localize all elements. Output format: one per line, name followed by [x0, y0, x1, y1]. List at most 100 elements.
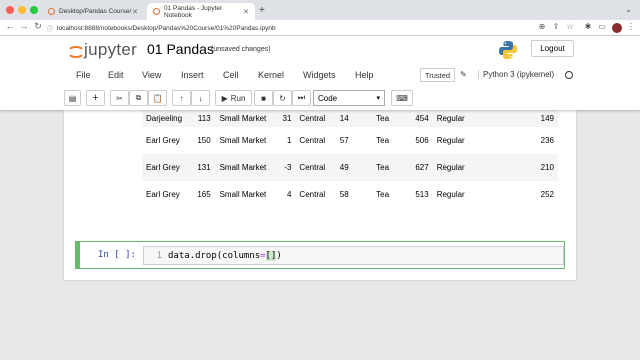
bookmark-star-icon[interactable]: ☆ — [565, 22, 575, 31]
menu-file[interactable]: File — [76, 70, 91, 80]
python-logo-icon — [499, 41, 517, 59]
cut-cell-button[interactable]: ✂ — [110, 90, 129, 106]
code-cell-active[interactable]: In [ ]: 1 data.drop(columns=[]) — [75, 241, 565, 269]
browser-tab-directory[interactable]: Desktop/Pandas Course/ ✕ — [42, 3, 144, 20]
table-cell: 506 — [415, 136, 429, 145]
code-operator: = — [260, 251, 266, 261]
jupyter-logo[interactable]: jupyter — [66, 40, 137, 60]
table-cell: 210 — [491, 154, 558, 181]
table-cell: Small Market — [219, 136, 267, 145]
profile-avatar[interactable] — [612, 23, 622, 33]
close-window-button[interactable] — [6, 6, 14, 14]
table-cell: 57 — [339, 136, 349, 145]
cell-prompt: In [ ]: — [98, 250, 136, 260]
browser-tab-notebook[interactable]: 01 Pandas - Jupyter Notebook ✕ — [147, 3, 255, 20]
address-bar: ← → ↻ ⓘ localhost:8888/notebooks/Desktop… — [0, 20, 640, 36]
arrow-up-icon: ↑ — [179, 93, 184, 103]
insert-cell-button[interactable]: + — [86, 90, 105, 106]
table-row: Earl Grey 150 Small Market 1 Central 57 … — [142, 127, 558, 154]
table-row: Earl Grey 165 Small Market 4 Central 58 … — [142, 181, 558, 208]
table-cell: Small Market — [214, 154, 272, 181]
jupyter-logo-text: jupyter — [84, 40, 138, 59]
table-cell: 236 — [540, 136, 554, 145]
minimize-window-button[interactable] — [18, 6, 26, 14]
url-field[interactable]: ⓘ localhost:8888/notebooks/Desktop/Panda… — [47, 22, 567, 34]
menu-kernel[interactable]: Kernel — [258, 70, 284, 80]
extensions-icon[interactable]: ✱ — [583, 22, 593, 31]
forward-arrow-icon[interactable]: → — [18, 21, 30, 31]
table-cell: 165 — [197, 190, 211, 199]
dataframe-output: Darjeeling 113 Small Market 31 Central 1… — [142, 110, 558, 208]
back-arrow-icon[interactable]: ← — [4, 21, 16, 31]
menu-insert[interactable]: Insert — [181, 70, 204, 80]
edit-mode-pencil-icon: ✎ — [460, 70, 467, 79]
code-line: data.drop(columns=[]) — [168, 251, 282, 261]
reload-icon[interactable]: ↻ — [32, 21, 44, 32]
close-tab-icon[interactable]: ✕ — [243, 8, 249, 16]
scissors-icon: ✂ — [116, 93, 123, 103]
notebook-title[interactable]: 01 Pandas — [147, 41, 214, 57]
table-cell: 149 — [491, 110, 558, 127]
code-editor[interactable]: 1 data.drop(columns=[]) — [143, 246, 564, 265]
table-cell: Central — [295, 110, 336, 127]
jupyter-header: jupyter 01 Pandas (unsaved changes) Logo… — [0, 36, 640, 110]
menu-view[interactable]: View — [142, 70, 161, 80]
table-row: Earl Grey 131 Small Market -3 Central 49… — [142, 154, 558, 181]
tab-title: 01 Pandas - Jupyter Notebook — [164, 4, 223, 19]
table-cell: Earl Grey — [142, 154, 191, 181]
interrupt-kernel-button[interactable]: ■ — [254, 90, 273, 106]
table-cell: 513 — [415, 190, 429, 199]
tab-title: Desktop/Pandas Course/ — [59, 8, 132, 15]
menu-help[interactable]: Help — [355, 70, 374, 80]
menu-bar: File Edit View Insert Cell Kernel Widget… — [64, 66, 576, 84]
table-cell: 31 — [271, 110, 296, 127]
table-cell: Central — [295, 154, 336, 181]
table-row: Darjeeling 113 Small Market 31 Central 1… — [142, 110, 558, 127]
zoom-icon[interactable]: ⊕ — [537, 22, 547, 31]
table-cell: 1 — [286, 136, 292, 145]
copy-cell-button[interactable]: ⧉ — [129, 90, 148, 106]
new-tab-button[interactable]: + — [259, 5, 265, 16]
cell-type-select[interactable]: Code ▾ — [313, 90, 385, 106]
maximize-window-button[interactable] — [30, 6, 38, 14]
table-cell: 4 — [286, 190, 292, 199]
table-cell: Regular — [436, 136, 465, 145]
trusted-indicator[interactable]: Trusted — [420, 68, 455, 82]
paste-cell-button[interactable]: 📋 — [148, 90, 167, 106]
restart-icon: ↻ — [279, 93, 286, 103]
arrow-down-icon: ↓ — [198, 93, 203, 103]
table-cell: 627 — [408, 154, 433, 181]
kernel-name[interactable]: Python 3 (ipykernel) — [478, 70, 554, 79]
sidebar-icon[interactable]: ▭ — [597, 22, 607, 31]
move-down-button[interactable]: ↓ — [191, 90, 210, 106]
menu-widgets[interactable]: Widgets — [303, 70, 336, 80]
kernel-idle-icon — [565, 71, 573, 79]
run-button[interactable]: ▶ Run — [215, 90, 252, 106]
table-cell: Tea — [376, 136, 390, 145]
more-menu-icon[interactable]: ⋮ — [626, 22, 636, 31]
jupyter-favicon-icon — [48, 8, 55, 15]
restart-kernel-button[interactable]: ↻ — [273, 90, 292, 106]
table-cell: Tea — [372, 154, 409, 181]
paste-icon: 📋 — [152, 93, 163, 103]
plus-icon: + — [92, 92, 99, 104]
table-cell: Central — [299, 190, 326, 199]
share-icon[interactable]: ⇪ — [551, 22, 561, 31]
code-brackets: [] — [265, 251, 277, 261]
logout-button[interactable]: Logout — [531, 40, 574, 57]
close-tab-icon[interactable]: ✕ — [132, 8, 138, 16]
table-cell: 252 — [540, 190, 554, 199]
line-number: 1 — [156, 251, 162, 261]
restart-run-all-button[interactable]: ⏭ — [292, 90, 311, 106]
save-button[interactable]: ▤ — [64, 90, 81, 106]
tab-search-icon[interactable]: ⌄ — [625, 5, 632, 14]
menu-edit[interactable]: Edit — [108, 70, 124, 80]
table-cell: Earl Grey — [146, 190, 180, 199]
notebook-toolbar: ▤ + ✂ ⧉ 📋 ↑ ↓ ▶ Run ■ ↻ ⏭ Code ▾ ⌨ — [64, 88, 576, 108]
table-cell: Tea — [376, 190, 390, 199]
command-palette-button[interactable]: ⌨ — [391, 90, 413, 106]
run-label: Run — [230, 93, 246, 103]
move-up-button[interactable]: ↑ — [172, 90, 191, 106]
menu-cell[interactable]: Cell — [223, 70, 239, 80]
table-cell: 113 — [190, 110, 215, 127]
